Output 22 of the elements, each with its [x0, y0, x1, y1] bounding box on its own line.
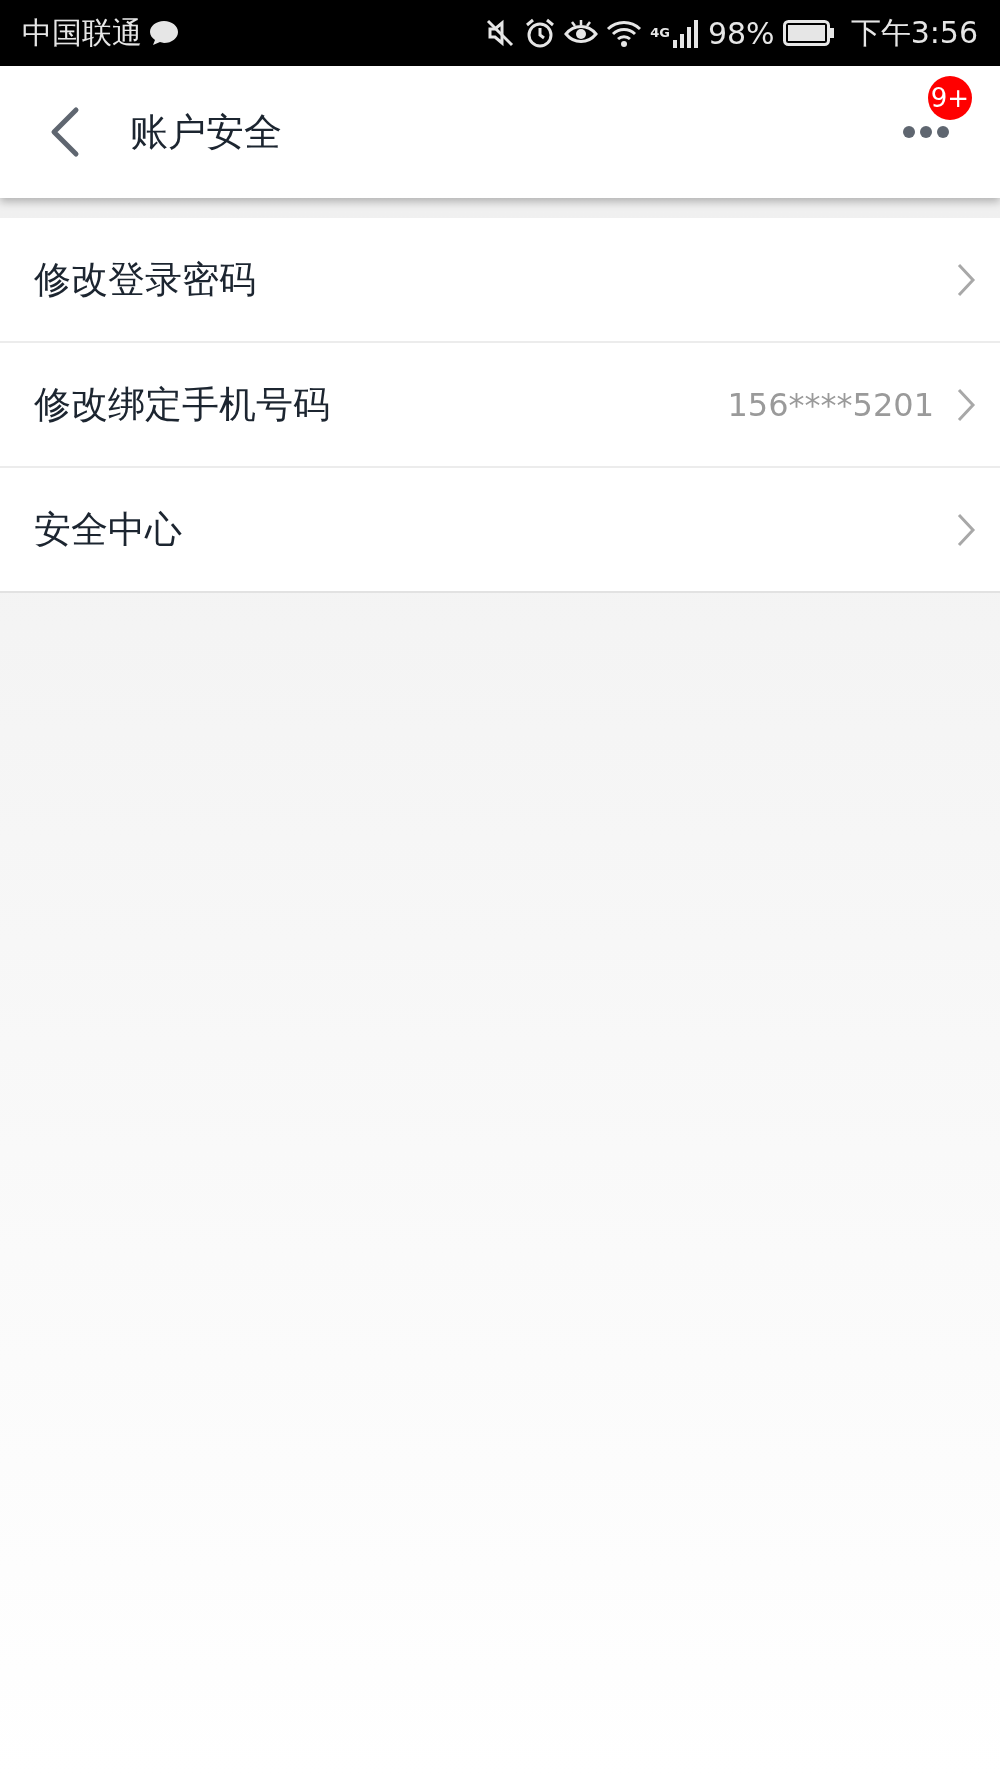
item-label: 安全中心 — [34, 506, 183, 553]
chat-bubble-icon — [148, 19, 180, 47]
carrier-name: 中国联通 — [22, 13, 142, 52]
notification-badge: 9+ — [928, 76, 972, 120]
signal-icon — [671, 18, 700, 48]
battery-icon — [782, 20, 835, 46]
network-type: 4G — [650, 24, 670, 40]
item-label: 修改绑定手机号码 — [34, 381, 331, 428]
more-icon[interactable] — [902, 124, 950, 140]
page-title: 账户安全 — [130, 108, 283, 156]
chevron-icon — [956, 261, 976, 298]
wifi-icon — [606, 18, 643, 48]
item-label: 修改登录密码 — [34, 256, 257, 303]
phone-number: 156****5201 — [727, 385, 934, 424]
alarm-clock-icon — [524, 17, 557, 49]
chevron-icon — [956, 511, 976, 548]
settings-item[interactable]: 修改绑定手机号码 156****5201 — [0, 341, 1000, 466]
clock-time: 下午3:56 — [850, 13, 978, 52]
battery-percent: 98% — [707, 15, 775, 51]
chevron-icon — [956, 386, 976, 423]
settings-item[interactable]: 安全中心 — [0, 466, 1000, 591]
settings-item[interactable]: 修改登录密码 — [0, 218, 1000, 341]
